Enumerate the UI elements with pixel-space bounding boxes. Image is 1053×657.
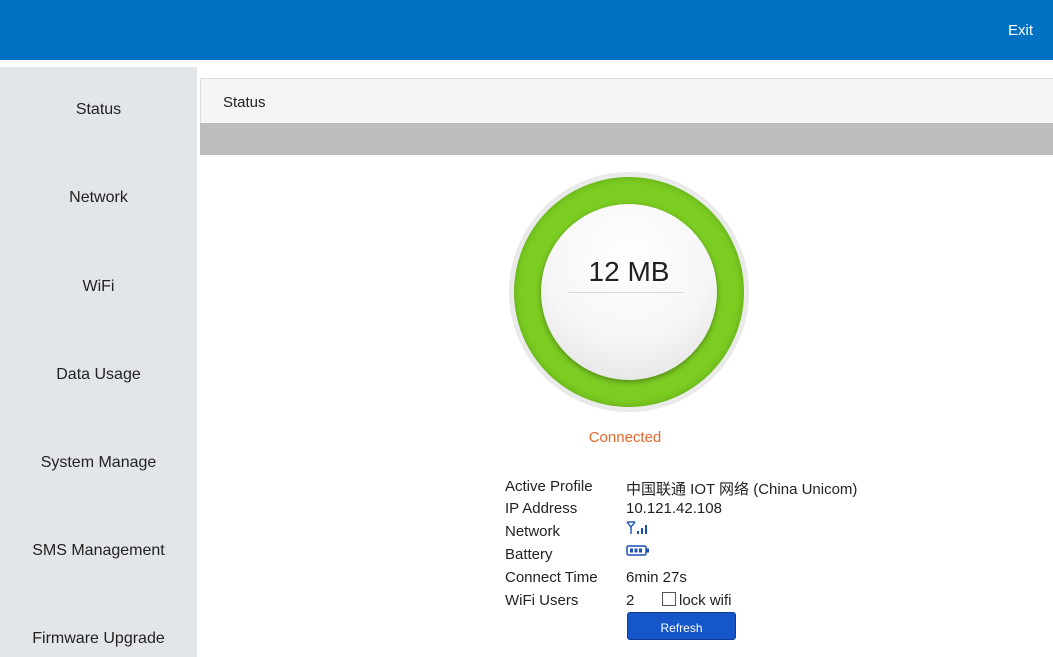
connection-status: Connected bbox=[588, 429, 662, 446]
wifi-users-value: 2 bbox=[626, 592, 635, 609]
sidebar-item-firmware-upgrade[interactable]: Firmware Upgrade bbox=[0, 630, 197, 648]
ip-address-label: IP Address bbox=[505, 500, 578, 517]
battery-icon bbox=[626, 543, 652, 561]
connect-time-value: 6min 27s bbox=[626, 569, 687, 586]
signal-strength-icon bbox=[626, 520, 656, 540]
exit-link[interactable]: Exit bbox=[1008, 22, 1033, 39]
active-profile-value: 中国联通 IOT 网络 (China Unicom) bbox=[626, 481, 858, 498]
page-title: Status bbox=[223, 94, 266, 111]
lock-wifi-checkbox[interactable] bbox=[662, 592, 676, 606]
sidebar-item-data-usage[interactable]: Data Usage bbox=[0, 366, 197, 384]
lock-wifi-label: lock wifi bbox=[679, 592, 732, 609]
active-profile-label: Active Profile bbox=[505, 478, 593, 495]
sidebar-item-network[interactable]: Network bbox=[0, 189, 197, 207]
top-bar: Exit bbox=[0, 0, 1053, 60]
battery-label: Battery bbox=[505, 546, 553, 563]
network-label: Network bbox=[505, 523, 561, 540]
header-divider-band bbox=[200, 123, 1053, 155]
refresh-button[interactable]: Refresh bbox=[627, 612, 736, 640]
sidebar-item-sms-management[interactable]: SMS Management bbox=[0, 542, 197, 560]
connect-time-label: Connect Time bbox=[505, 569, 598, 586]
wifi-users-label: WiFi Users bbox=[505, 592, 579, 609]
ip-address-value: 10.121.42.108 bbox=[626, 500, 722, 517]
lock-wifi-option[interactable]: lock wifi bbox=[662, 592, 732, 609]
gauge-divider bbox=[568, 292, 684, 293]
sidebar-nav bbox=[0, 67, 197, 657]
sidebar-item-wifi[interactable]: WiFi bbox=[0, 278, 197, 296]
sidebar-item-system-manage[interactable]: System Manage bbox=[0, 454, 197, 472]
data-usage-value: 12 MB bbox=[588, 256, 670, 287]
panel-header: Status bbox=[200, 78, 1053, 123]
sidebar-item-status[interactable]: Status bbox=[0, 101, 197, 119]
